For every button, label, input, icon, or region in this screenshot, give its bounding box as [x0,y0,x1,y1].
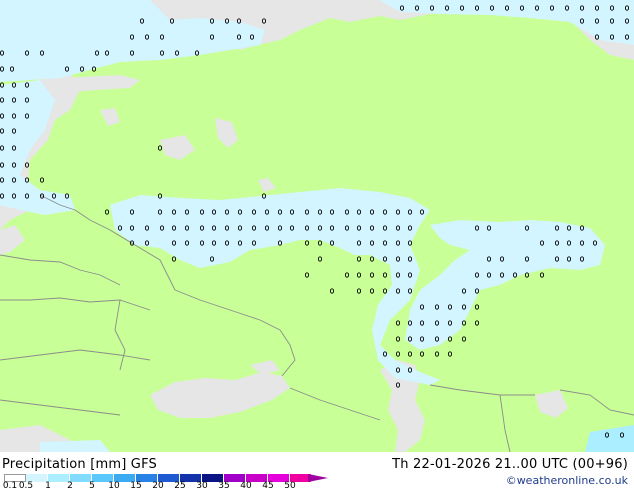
scale-arrow-icon [308,474,328,482]
scale-ticks: 0.1 0.5 1 2 5 10 15 20 25 30 35 40 45 50 [0,482,340,492]
precipitation-map [0,0,634,452]
valid-time: Th 22-01-2026 21..00 UTC (00+96) [392,457,628,472]
legend-title: Precipitation [mm] GFS [2,457,157,472]
legend-panel: Precipitation [mm] GFS Th 22-01-2026 21.… [0,452,634,492]
credit-link[interactable]: ©weatheronline.co.uk [506,474,628,487]
